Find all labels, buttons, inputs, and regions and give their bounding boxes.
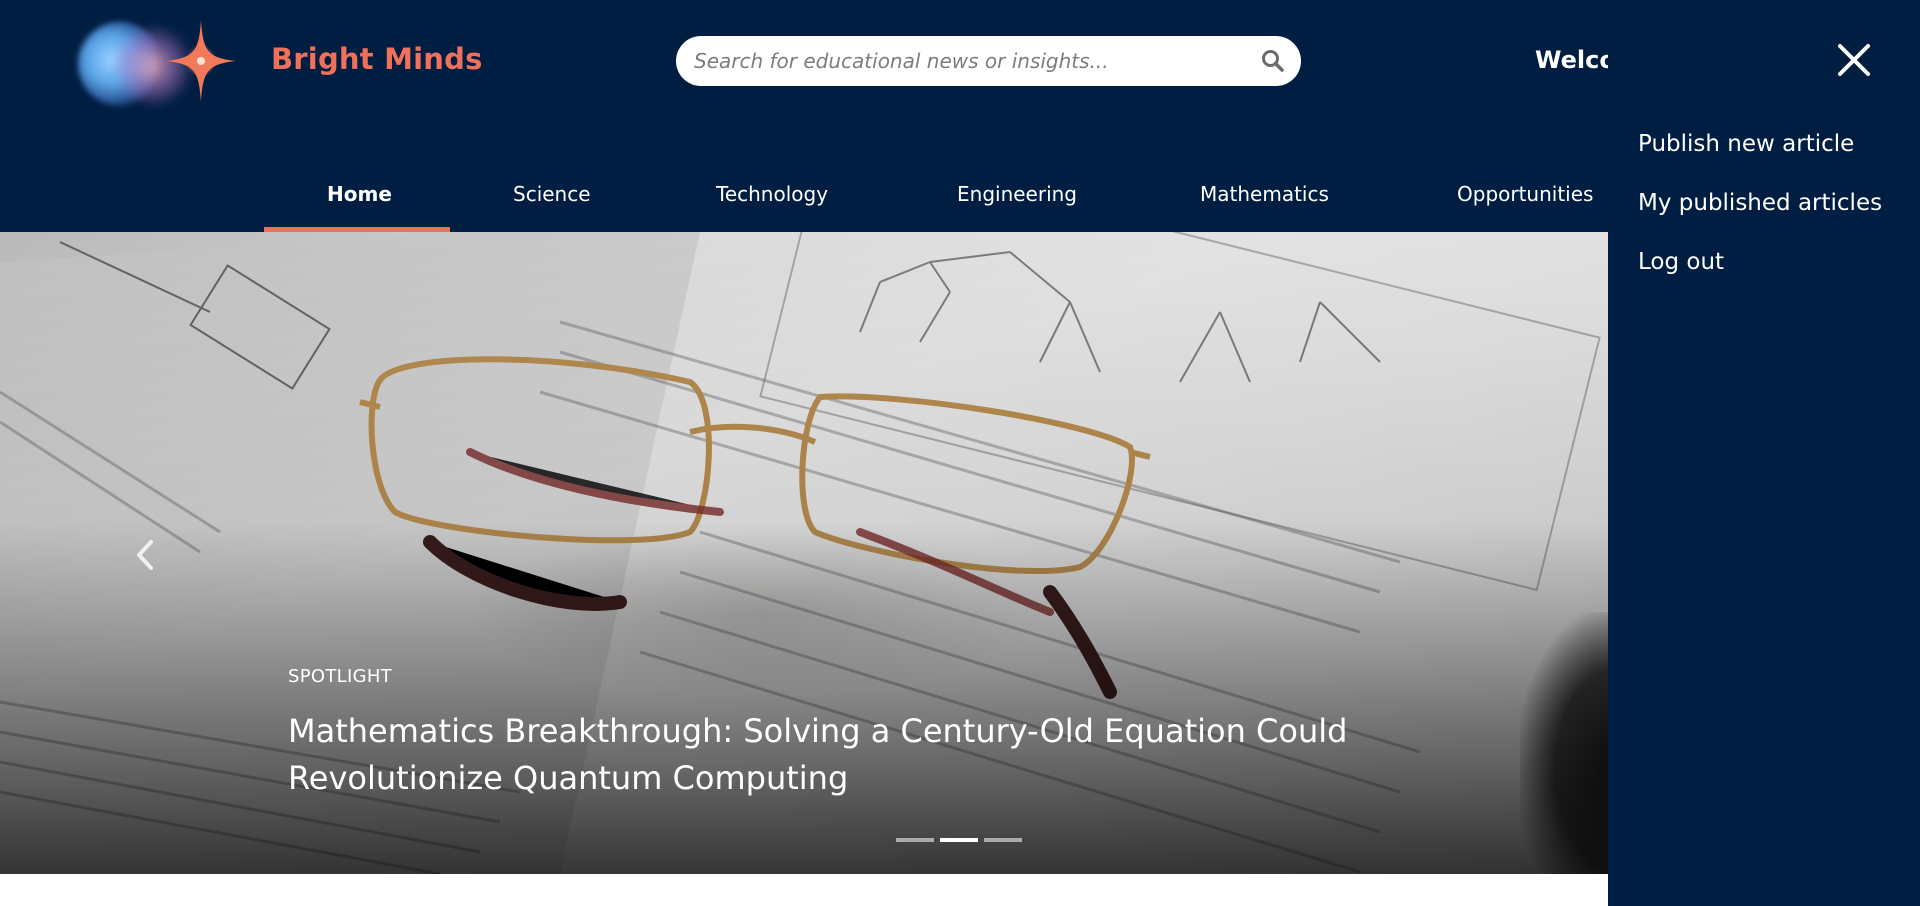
sparkle-icon	[166, 20, 236, 102]
hero-headline[interactable]: Mathematics Breakthrough: Solving a Cent…	[288, 708, 1568, 802]
carousel-dot-1[interactable]	[896, 838, 934, 842]
welcome-text: Welco	[1535, 46, 1616, 74]
carousel-dot-3[interactable]	[984, 838, 1022, 842]
nav-item-mathematics[interactable]: Mathematics	[1200, 182, 1329, 206]
chevron-left-icon[interactable]	[134, 538, 156, 572]
main-nav: Home Science Technology Engineering Math…	[0, 168, 1610, 232]
nav-item-technology[interactable]: Technology	[716, 182, 828, 206]
nav-item-home[interactable]: Home	[327, 182, 392, 206]
brand-name[interactable]: Bright Minds	[271, 42, 483, 76]
search-bar	[676, 36, 1301, 86]
nav-item-engineering[interactable]: Engineering	[957, 182, 1077, 206]
carousel-dot-2[interactable]	[940, 838, 978, 842]
search-input[interactable]	[694, 36, 1239, 86]
menu-item-my-published-articles[interactable]: My published articles	[1638, 190, 1882, 216]
menu-item-log-out[interactable]: Log out	[1638, 249, 1724, 275]
spotlight-label: SPOTLIGHT	[288, 666, 392, 687]
close-icon[interactable]	[1836, 42, 1872, 78]
page: Bright Minds Welco Home Science Technolo…	[0, 0, 1920, 906]
menu-item-publish-new-article[interactable]: Publish new article	[1638, 131, 1854, 157]
logo[interactable]	[78, 16, 258, 106]
nav-item-opportunities[interactable]: Opportunities	[1457, 182, 1593, 206]
nav-item-science[interactable]: Science	[513, 182, 591, 206]
search-icon[interactable]	[1259, 47, 1287, 75]
hero-carousel[interactable]: SPOTLIGHT Mathematics Breakthrough: Solv…	[0, 232, 1610, 874]
